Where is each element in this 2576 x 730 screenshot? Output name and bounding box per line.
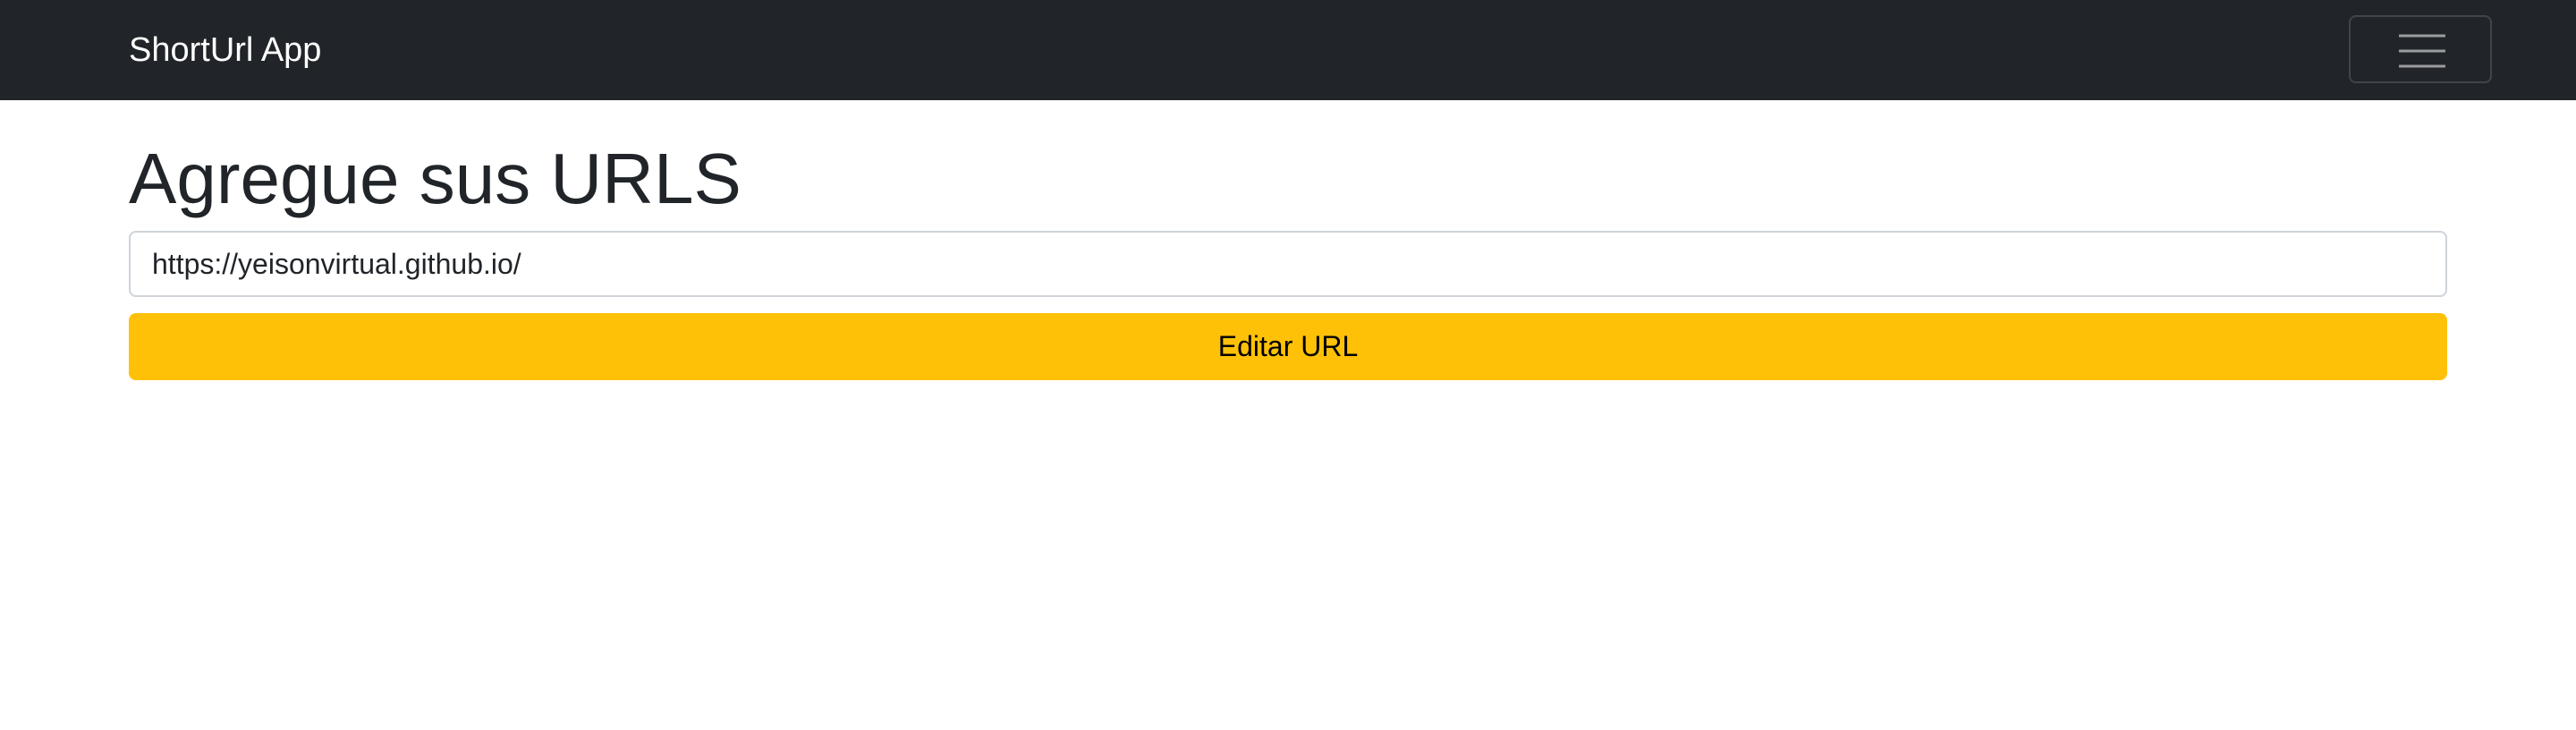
top-navbar: ShortUrl App [0,0,2576,100]
brand-link[interactable]: ShortUrl App [129,0,321,100]
navbar-toggler-button[interactable] [2349,15,2492,83]
page-title: Agregue sus URLS [129,139,741,218]
hamburger-menu-icon [2399,34,2445,68]
url-input[interactable] [129,231,2447,297]
edit-url-button[interactable]: Editar URL [129,313,2447,380]
